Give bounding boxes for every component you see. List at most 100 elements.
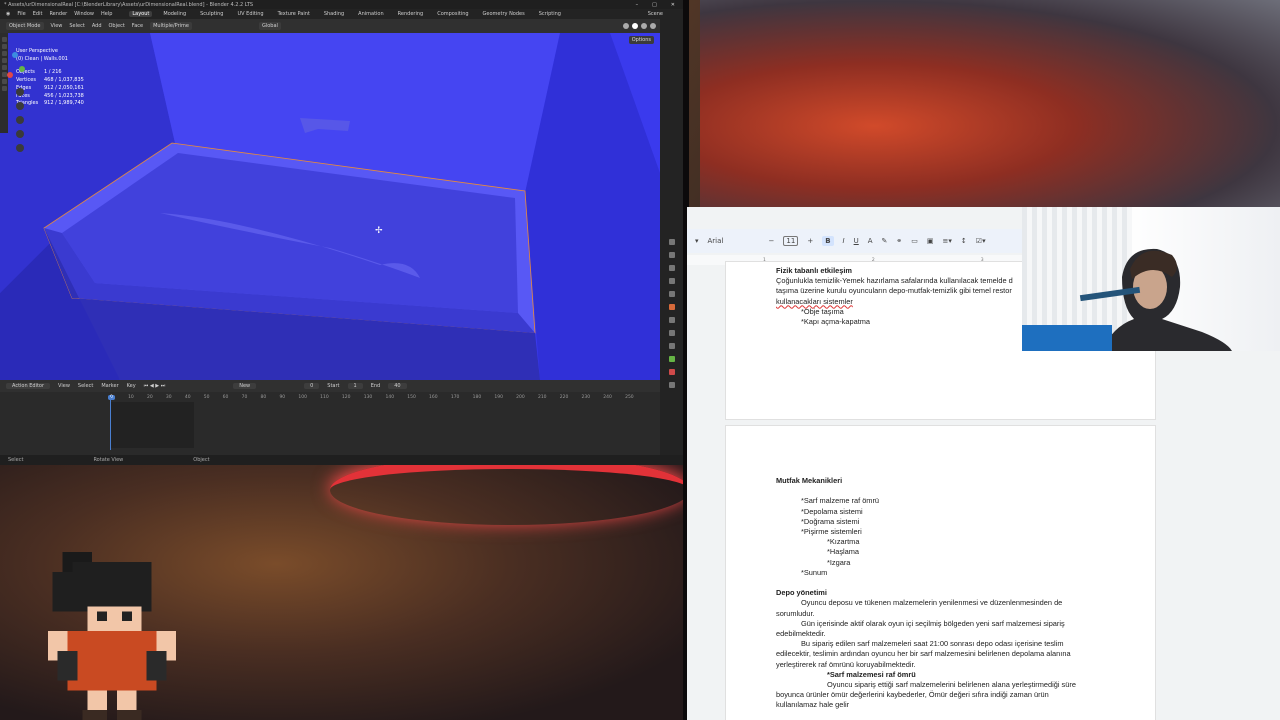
grid-icon[interactable] bbox=[16, 144, 24, 152]
menu-view[interactable]: View bbox=[51, 23, 63, 29]
tab-animation[interactable]: Animation bbox=[355, 11, 387, 17]
ortho-toggle-icon[interactable] bbox=[16, 130, 24, 138]
object-props-icon[interactable] bbox=[668, 304, 675, 310]
frame-tick: 180 bbox=[472, 394, 482, 400]
camera-view-icon[interactable] bbox=[16, 116, 24, 124]
doc-paragraph: kullanılamaz hale gelir bbox=[776, 700, 850, 710]
menu-select[interactable]: Select bbox=[69, 23, 84, 29]
data-props-icon[interactable] bbox=[668, 356, 675, 362]
frame-ruler[interactable]: 0 10 20 30 40 50 60 70 80 90 100 110 120… bbox=[0, 392, 660, 402]
constraint-props-icon[interactable] bbox=[668, 343, 675, 349]
tool-props-icon[interactable] bbox=[668, 239, 675, 245]
comment-icon[interactable]: ▭ bbox=[911, 237, 918, 245]
tab-geometry-nodes[interactable]: Geometry Nodes bbox=[480, 11, 528, 17]
start-frame-field[interactable]: 1 bbox=[347, 383, 363, 389]
frame-tick: 110 bbox=[320, 394, 329, 400]
view-layer-props-icon[interactable] bbox=[668, 278, 675, 284]
gizmo-y-icon[interactable] bbox=[19, 66, 25, 72]
menu-add[interactable]: Add bbox=[92, 23, 102, 29]
blender-logo-icon[interactable]: ◉ bbox=[6, 11, 10, 17]
page2-text[interactable]: Mutfak Mekanikleri *Sarf malzeme raf ömr… bbox=[776, 476, 1076, 711]
transform-orientation[interactable]: Global bbox=[258, 22, 281, 30]
timeline-menu-view[interactable]: View bbox=[58, 383, 70, 389]
current-frame-field[interactable]: 0 bbox=[304, 383, 320, 389]
shading-solid-icon[interactable] bbox=[632, 23, 638, 29]
shading-material-icon[interactable] bbox=[641, 23, 647, 29]
italic-button[interactable]: I bbox=[843, 237, 845, 245]
timeline-menu-marker[interactable]: Marker bbox=[101, 383, 118, 389]
material-props-icon[interactable] bbox=[668, 369, 675, 375]
frame-tick: 90 bbox=[279, 394, 286, 400]
menu-render[interactable]: Render bbox=[49, 11, 67, 17]
minimize-icon[interactable]: – bbox=[636, 2, 639, 8]
menu-edit[interactable]: Edit bbox=[33, 11, 43, 17]
highlight-icon[interactable]: ✎ bbox=[882, 237, 888, 245]
new-action-button[interactable]: New bbox=[233, 383, 257, 389]
frame-tick: 60 bbox=[222, 394, 229, 400]
pan-hand-icon[interactable] bbox=[16, 102, 24, 110]
menu-file[interactable]: File bbox=[17, 11, 25, 17]
editor-type-dropdown[interactable]: Action Editor bbox=[6, 383, 51, 389]
align-icon[interactable]: ≡▾ bbox=[943, 237, 952, 245]
image-icon[interactable]: ▣ bbox=[927, 237, 934, 245]
link-icon[interactable]: ⚭ bbox=[896, 237, 902, 245]
font-size-field[interactable]: 11 bbox=[783, 236, 799, 246]
physics-props-icon[interactable] bbox=[668, 330, 675, 336]
underline-button[interactable]: U bbox=[854, 237, 859, 245]
scene-selector[interactable]: Scene bbox=[648, 11, 683, 17]
increase-size-icon[interactable]: + bbox=[807, 237, 813, 245]
maximize-icon[interactable]: □ bbox=[652, 2, 657, 8]
tab-layout[interactable]: Layout bbox=[129, 11, 153, 17]
mode-dropdown[interactable]: Object Mode bbox=[6, 22, 44, 30]
shading-wireframe-icon[interactable] bbox=[623, 23, 629, 29]
tab-shading[interactable]: Shading bbox=[321, 11, 347, 17]
line-spacing-icon[interactable]: ↕ bbox=[961, 237, 967, 245]
style-dropdown-icon[interactable]: ▾ bbox=[695, 237, 699, 245]
timeline-menu-select[interactable]: Select bbox=[78, 383, 93, 389]
tab-scripting[interactable]: Scripting bbox=[536, 11, 564, 17]
scene-props-icon[interactable] bbox=[668, 291, 675, 297]
tab-modeling[interactable]: Modeling bbox=[160, 11, 189, 17]
tab-texture-paint[interactable]: Texture Paint bbox=[275, 11, 313, 17]
zoom-icon[interactable] bbox=[16, 88, 24, 96]
document-page[interactable]: Mutfak Mekanikleri *Sarf malzeme raf ömr… bbox=[725, 425, 1156, 720]
page1-text[interactable]: Fizik tabanlı etkileşim Çoğunlukla temiz… bbox=[776, 266, 1013, 327]
font-dropdown[interactable]: Arial bbox=[708, 237, 760, 245]
tab-rendering[interactable]: Rendering bbox=[395, 11, 427, 17]
blender-title: * Assets/urDimensionalReal [C:\BlenderLi… bbox=[4, 1, 254, 8]
render-props-icon[interactable] bbox=[668, 252, 675, 258]
multiple-dropdown[interactable]: Multiple/Prime bbox=[150, 22, 192, 30]
text-color-icon[interactable]: A bbox=[868, 237, 873, 245]
tab-uv-editing[interactable]: UV Editing bbox=[234, 11, 266, 17]
doc-paragraph: edilecektir, teslimin ardından oyuncu he… bbox=[776, 649, 1071, 659]
menu-window[interactable]: Window bbox=[74, 11, 94, 17]
tab-sculpting[interactable]: Sculpting bbox=[197, 11, 226, 17]
texture-props-icon[interactable] bbox=[668, 382, 675, 388]
options-dropdown[interactable]: Options bbox=[628, 36, 654, 44]
timeline-menu-key[interactable]: Key bbox=[127, 383, 136, 389]
doc-subheading: *Sarf malzemesi raf ömrü bbox=[827, 669, 916, 679]
doc-list-item: *Doğrama sistemi bbox=[801, 516, 860, 526]
gizmo-x-icon[interactable] bbox=[7, 72, 13, 78]
playback-controls-icon[interactable]: ⏮ ◀ ▶ ⏭ bbox=[144, 383, 165, 389]
checklist-icon[interactable]: ☑▾ bbox=[976, 237, 986, 245]
3d-viewport[interactable]: ✢ User Perspective (0) Clean | Walls.001… bbox=[0, 33, 660, 380]
shading-rendered-icon[interactable] bbox=[650, 23, 656, 29]
gizmo-z-icon[interactable] bbox=[12, 52, 18, 58]
modifier-props-icon[interactable] bbox=[668, 317, 675, 323]
frame-tick: 200 bbox=[516, 394, 525, 400]
playhead[interactable] bbox=[110, 397, 111, 450]
end-frame-field[interactable]: 40 bbox=[388, 383, 407, 389]
action-range[interactable] bbox=[110, 402, 194, 448]
tab-compositing[interactable]: Compositing bbox=[434, 11, 471, 17]
navigation-gizmo[interactable] bbox=[0, 33, 30, 173]
output-props-icon[interactable] bbox=[668, 265, 675, 271]
close-icon[interactable]: ✕ bbox=[671, 2, 675, 8]
menu-object[interactable]: Object bbox=[109, 23, 125, 29]
frame-tick: 160 bbox=[429, 394, 438, 400]
decrease-size-icon[interactable]: − bbox=[769, 237, 775, 245]
menu-face[interactable]: Face bbox=[132, 23, 143, 29]
frame-tick: 100 bbox=[298, 394, 307, 400]
menu-help[interactable]: Help bbox=[101, 11, 112, 17]
bold-button[interactable]: B bbox=[822, 236, 834, 246]
